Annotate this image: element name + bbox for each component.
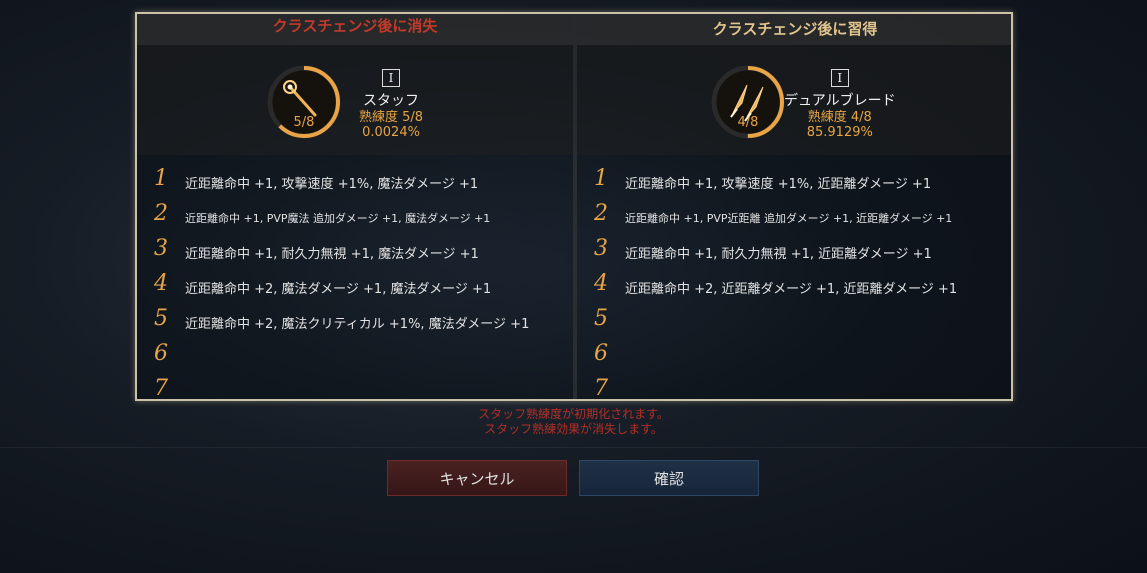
list-item: 6 — [577, 339, 1011, 374]
gain-column: クラスチェンジ後に習得 4/8 I デュアルブレード 熟練度 4/8 85.91… — [577, 14, 1011, 401]
cancel-button[interactable]: キャンセル — [387, 460, 567, 496]
list-item: 1 近距離命中 +1, 攻撃速度 +1%, 魔法ダメージ +1 — [137, 164, 573, 199]
dual-blade-proficiency-ring: 4/8 — [709, 63, 787, 141]
lost-effect-list: 1 近距離命中 +1, 攻撃速度 +1%, 魔法ダメージ +1 2 近距離命中 +1… — [137, 164, 573, 401]
row-text: 近距離命中 +2, 魔法クリティカル +1%, 魔法ダメージ +1 — [185, 317, 530, 332]
row-number: 6 — [594, 341, 608, 366]
list-item: 5 — [577, 304, 1011, 339]
row-number: 3 — [154, 236, 168, 261]
row-text: 近距離命中 +1, 攻撃速度 +1%, 魔法ダメージ +1 — [185, 177, 479, 192]
list-item: 3 近距離命中 +1, 耐久力無視 +1, 近距離ダメージ +1 — [577, 234, 1011, 269]
list-item: 2 近距離命中 +1, PVP近距離 追加ダメージ +1, 近距離ダメージ +1 — [577, 199, 1011, 234]
row-number: 1 — [594, 166, 608, 191]
row-number: 5 — [594, 306, 608, 331]
row-text: 近距離命中 +1, 攻撃速度 +1%, 近距離ダメージ +1 — [625, 177, 932, 192]
list-item: 3 近距離命中 +1, 耐久力無視 +1, 魔法ダメージ +1 — [137, 234, 573, 269]
row-number: 2 — [594, 201, 608, 226]
weapon-proficiency: 熟練度 5/8 — [359, 110, 424, 125]
weapon-name: スタッフ — [363, 93, 420, 109]
row-number: 7 — [594, 376, 608, 401]
row-text: 近距離命中 +1, PVP近距離 追加ダメージ +1, 近距離ダメージ +1 — [625, 212, 953, 225]
row-number: 3 — [594, 236, 608, 261]
staff-proficiency-ring: 5/8 — [265, 63, 343, 141]
list-item: 4 近距離命中 +2, 魔法ダメージ +1, 魔法ダメージ +1 — [137, 269, 573, 304]
gain-effect-list: 1 近距離命中 +1, 攻撃速度 +1%, 近距離ダメージ +1 2 近距離命中 +… — [577, 164, 1011, 401]
dual-blade-info: I デュアルブレード 熟練度 4/8 85.9129% — [784, 67, 896, 140]
weapon-percent: 0.0024% — [362, 125, 420, 140]
list-item: 6 — [137, 339, 573, 374]
gain-header: クラスチェンジ後に習得 — [577, 14, 1011, 45]
dual-blade-ring-label: 4/8 — [737, 115, 759, 130]
row-number: 1 — [154, 166, 168, 191]
row-text: 近距離命中 +2, 近距離ダメージ +1, 近距離ダメージ +1 — [625, 282, 958, 297]
row-text: 近距離命中 +2, 魔法ダメージ +1, 魔法ダメージ +1 — [185, 282, 492, 297]
tier-badge: I — [382, 69, 401, 87]
row-number: 7 — [154, 376, 168, 401]
staff-ring-label: 5/8 — [293, 115, 315, 130]
list-item: 5 近距離命中 +2, 魔法クリティカル +1%, 魔法ダメージ +1 — [137, 304, 573, 339]
list-item: 7 — [137, 374, 573, 401]
row-number: 5 — [154, 306, 168, 331]
list-item: 7 — [577, 374, 1011, 401]
warning-line-1: スタッフ熟練度が初期化されます。 — [478, 407, 669, 421]
lost-header: クラスチェンジ後に消失 — [137, 14, 573, 45]
gain-weapon-card: 4/8 I デュアルブレード 熟練度 4/8 85.9129% — [577, 45, 1011, 155]
weapon-percent: 85.9129% — [806, 125, 873, 140]
row-number: 6 — [154, 341, 168, 366]
confirm-button[interactable]: 確認 — [579, 460, 759, 496]
warning-line-2: スタッフ熟練効果が消失します。 — [484, 422, 663, 436]
row-number: 4 — [154, 271, 168, 296]
lost-weapon-card: 5/8 I スタッフ 熟練度 5/8 0.0024% — [137, 45, 573, 155]
row-number: 2 — [154, 201, 168, 226]
list-item: 1 近距離命中 +1, 攻撃速度 +1%, 近距離ダメージ +1 — [577, 164, 1011, 199]
list-item: 2 近距離命中 +1, PVP魔法 追加ダメージ +1, 魔法ダメージ +1 — [137, 199, 573, 234]
list-item: 4 近距離命中 +2, 近距離ダメージ +1, 近距離ダメージ +1 — [577, 269, 1011, 304]
divider-line — [0, 447, 1147, 448]
row-number: 4 — [594, 271, 608, 296]
row-text: 近距離命中 +1, 耐久力無視 +1, 近距離ダメージ +1 — [625, 247, 932, 262]
row-text: 近距離命中 +1, 耐久力無視 +1, 魔法ダメージ +1 — [185, 247, 479, 262]
weapon-proficiency: 熟練度 4/8 — [807, 110, 872, 125]
class-change-panel: クラスチェンジ後に消失 5/8 I スタッフ 熟練度 5/8 0.0024% 1… — [135, 12, 1013, 401]
row-text: 近距離命中 +1, PVP魔法 追加ダメージ +1, 魔法ダメージ +1 — [185, 212, 491, 225]
weapon-name: デュアルブレード — [784, 93, 896, 109]
lost-column: クラスチェンジ後に消失 5/8 I スタッフ 熟練度 5/8 0.0024% 1… — [137, 14, 573, 399]
tier-badge: I — [830, 69, 849, 87]
staff-info: I スタッフ 熟練度 5/8 0.0024% — [359, 67, 423, 140]
